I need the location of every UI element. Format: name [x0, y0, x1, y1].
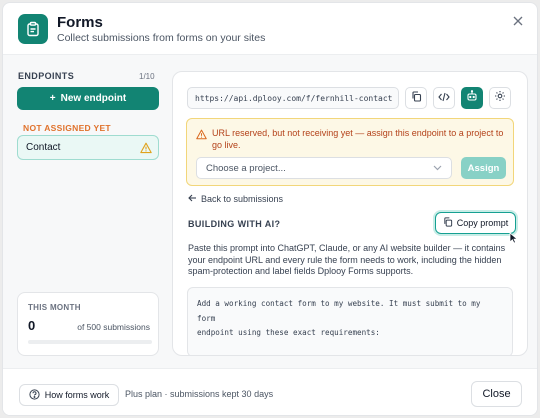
project-select-placeholder: Choose a project...: [206, 162, 286, 174]
copy-prompt-label: Copy prompt: [456, 218, 509, 228]
plus-icon: +: [49, 93, 56, 104]
close-icon[interactable]: [510, 13, 526, 29]
endpoint-item-label: Contact: [26, 142, 61, 153]
plan-info: Plus plan · submissions kept 30 days: [125, 389, 274, 399]
gear-icon: [494, 89, 506, 107]
usage-progress-bar: [28, 340, 152, 344]
back-to-submissions-link[interactable]: Back to submissions: [188, 194, 283, 204]
unassigned-warning: URL reserved, but not receiving yet — as…: [186, 118, 514, 186]
forms-modal: Forms Collect submissions from forms on …: [2, 2, 538, 416]
warning-icon: [140, 141, 152, 159]
code-icon: [438, 89, 450, 107]
warning-icon: [196, 127, 207, 145]
embed-code-button[interactable]: [433, 87, 455, 109]
warning-text: URL reserved, but not receiving yet — as…: [212, 128, 504, 150]
ai-description: Paste this prompt into ChatGPT, Claude, …: [188, 243, 506, 276]
chevron-down-icon: [433, 163, 442, 174]
modal-title: Forms: [57, 14, 103, 31]
arrow-left-icon: [188, 194, 197, 204]
copy-icon: [411, 89, 422, 107]
help-circle-icon: [29, 388, 40, 402]
close-button[interactable]: Close: [471, 381, 522, 407]
modal-header: Forms Collect submissions from forms on …: [3, 3, 537, 55]
not-assigned-heading: NOT ASSIGNED YET: [23, 123, 111, 133]
endpoints-count: 1/10: [139, 72, 155, 81]
new-endpoint-button[interactable]: + New endpoint: [17, 87, 159, 110]
submission-limit: of 500 submissions: [77, 322, 150, 332]
clipboard-icon: [18, 14, 48, 44]
submission-count: 0: [28, 318, 36, 333]
endpoint-detail-panel: https://api.dplooy.com/f/fernhill-contac…: [172, 71, 528, 356]
modal-subtitle: Collect submissions from forms on your s…: [57, 32, 266, 44]
this-month-card: THIS MONTH 0 of 500 submissions: [17, 292, 159, 356]
ai-heading: BUILDING WITH AI?: [188, 219, 281, 229]
prompt-preview[interactable]: Add a working contact form to my website…: [187, 287, 513, 355]
how-forms-work-label: How forms work: [44, 390, 110, 400]
how-forms-work-button[interactable]: How forms work: [19, 384, 119, 406]
endpoints-heading: ENDPOINTS: [18, 71, 75, 81]
settings-button[interactable]: [489, 87, 511, 109]
endpoint-url-field[interactable]: https://api.dplooy.com/f/fernhill-contac…: [187, 87, 399, 109]
assign-button[interactable]: Assign: [461, 157, 506, 179]
endpoint-item-contact[interactable]: Contact: [17, 135, 159, 160]
copy-url-button[interactable]: [405, 87, 427, 109]
modal-footer: How forms work Plus plan · submissions k…: [3, 368, 537, 415]
robot-icon: [466, 89, 478, 107]
ai-prompt-button[interactable]: [461, 87, 483, 109]
copy-icon: [443, 217, 453, 229]
new-endpoint-label: New endpoint: [60, 93, 127, 104]
back-label: Back to submissions: [201, 194, 284, 204]
project-select[interactable]: Choose a project...: [196, 157, 452, 179]
this-month-label: THIS MONTH: [28, 303, 81, 312]
copy-prompt-button[interactable]: Copy prompt: [435, 212, 516, 234]
